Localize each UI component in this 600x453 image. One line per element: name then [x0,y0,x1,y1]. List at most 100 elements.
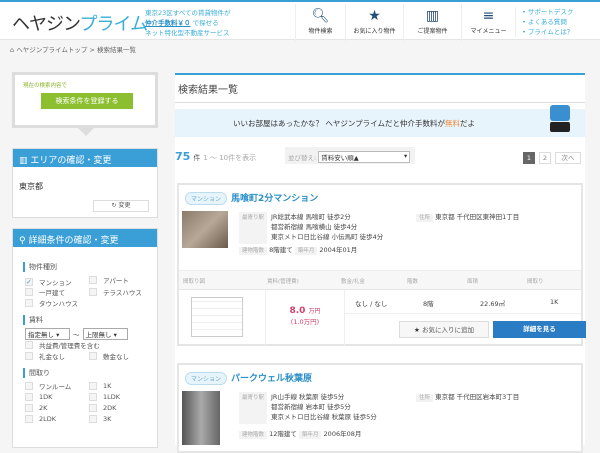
page-1[interactable]: 1 [523,152,535,164]
banner-c: だよ [460,119,476,128]
type-badge: マンション [185,192,228,205]
breadcrumb: ⌂ ヘヤジンプライムトップ > 検索結果一覧 [10,44,136,54]
banner-free: 無料 [445,119,461,128]
checkbox-apartment[interactable]: アパート [89,275,153,285]
page-2[interactable]: 2 [539,152,551,164]
change-area-button[interactable]: ↻ 変更 [93,200,149,212]
checkbox-house[interactable]: 一戸建て [25,287,89,297]
cb-label: 2DK [103,404,117,412]
logo-text-b: プライム [79,14,148,35]
page-title: 検索結果一覧 [178,85,238,96]
checkbox-layout[interactable]: 1LDK [89,392,153,402]
checkbox-layout[interactable]: 1DK [25,392,89,402]
fav-label: お気に入りに追加 [421,326,474,334]
cb-label: テラスハウス [103,289,142,297]
rent-min-select[interactable]: 指定無し ▾ [25,328,70,340]
station-label: 最寄り駅 [239,212,268,244]
listing-header: マンション パークウェル秋葉原 [185,371,312,385]
checkbox-layout[interactable]: 3K [89,414,153,424]
checkbox-no-deposit[interactable]: 敷金なし [89,351,153,361]
checkbox-mansion[interactable]: ✓ マンション [25,277,89,287]
nav-label: マイメニュー [470,28,507,35]
building-photo[interactable] [182,391,220,445]
station: 東京メトロ日比谷線 秋葉原 徒歩5分 [271,413,377,421]
listing-title[interactable]: 馬喰町2分マンション [231,194,318,204]
sort-select[interactable]: 賃料安い順▲ ▾ [318,151,411,163]
sort-label: 並び替え: [288,154,317,162]
col-header: 面積 [467,279,479,285]
link-about[interactable]: • プライムとは？ [522,27,573,37]
checkbox-layout[interactable]: 2K [25,403,89,413]
building-photo[interactable] [182,211,228,248]
nav-search[interactable]: 🔍︎ 物件検索 [295,4,345,42]
rent-max-select[interactable]: 上限無し ▾ [82,328,128,340]
station: 東京メトロ日比谷線 小伝馬町 徒歩4分 [271,233,384,241]
cb-label: 1LDK [103,393,121,401]
sort-value: 賃料安い順▲ [321,154,359,162]
col-header: 間取り [527,279,544,285]
cb-label: 3K [103,415,112,423]
area-title: エリアの確認・変更 [30,156,112,166]
checkbox-layout[interactable]: 2DK [89,403,153,413]
fee-value: (1.0万円) [290,318,320,326]
col-header: 階数 [407,279,419,285]
cb-label: タウンハウス [39,300,78,308]
link-label: プライムとは？ [527,28,574,36]
save-search-button[interactable]: 検索条件を登録する [41,93,133,109]
add-favorite-button[interactable]: ★ お気に入りに追加 [399,321,489,338]
star-icon: ★ [414,326,422,334]
floor-value: 8階 [423,300,434,308]
link-faq[interactable]: • よくある質問 [522,17,573,27]
header-links: • サポートデスク • よくある質問 • プライムとは？ [515,7,573,37]
building-info: 建物階数 8階建て 築年月 2004年01月 [239,245,357,256]
checkbox-include-fee[interactable]: 共益費/管理費を含む [25,340,145,350]
count-unit: 件 [193,154,201,162]
floors-label: 建物階数 [239,431,268,439]
save-search-box: 現在の検索内容で 検索条件を登録する [12,72,158,128]
built-value: 2006年08月 [323,430,362,438]
tagline-1: 東京23区すべての賃貸物件が [145,9,231,17]
layout-value: 1K [550,298,559,306]
listing-title[interactable]: パークウェル秋葉原 [231,374,312,384]
nav-proposals[interactable]: ▥ ご提案物件 [403,4,461,42]
floorplan-image[interactable] [191,297,243,337]
breadcrumb-home[interactable]: ヘヤジンプライムトップ [16,46,87,54]
checkbox-no-key-money[interactable]: 礼金なし [25,351,89,361]
floors-value: 12階建て [269,430,297,438]
link-support[interactable]: • サポートデスク [522,7,573,17]
view-details-button[interactable]: 詳細を見る [493,321,586,338]
rent-value: 8.0 [289,306,306,316]
cb-label: 2K [39,404,48,412]
rent-heading: 賃料 [23,315,157,325]
map-icon: ▥ [19,156,31,166]
nav-mymenu[interactable]: ≡ マイメニュー [461,4,515,42]
detail-panel-header: ⚲ 詳細条件の確認・変更 [13,229,157,247]
logo-text-a: ヘヤジン [12,14,80,35]
address: 住所 東京都 千代田区東神田1丁目 [416,212,519,223]
listing-card: マンション パークウェル秋葉原 最寄り駅 JR山手線 秋葉原 徒歩5分 都営新宿線 岩… [177,363,583,453]
select-value: 指定無し [28,331,54,339]
stations: 最寄り駅 JR山手線 秋葉原 徒歩5分 都営新宿線 岩本町 徒歩5分 東京メトロ日比谷… [239,392,377,424]
built-label: 築年月 [298,431,322,439]
station-label: 最寄り駅 [239,392,268,424]
tagline-3: ネット特化型不動産サービス [145,29,230,37]
logo[interactable]: ヘヤジンプライム [12,10,148,36]
checkbox-terrace[interactable]: テラスハウス [89,287,153,297]
checkbox-layout[interactable]: 1K [89,381,153,391]
checkbox-layout[interactable]: 2LDK [25,414,89,424]
checkbox-townhouse[interactable]: タウンハウス [25,298,89,308]
building-info: 建物階数 12階建て 築年月 2006年08月 [239,429,361,440]
nav-favorites[interactable]: ★ お気に入り物件 [345,4,403,42]
count: 75 [175,150,191,163]
next-page[interactable]: 次へ [555,152,581,164]
banner-text: いいお部屋はあったかな？ ヘヤジンプライムだと仲介手数料が無料だよ [233,118,475,129]
deposit-value: なし / なし [355,300,388,308]
tagline-2: で探せる [192,19,219,27]
detail-title: 詳細条件の確認・変更 [28,236,119,246]
callout-arrow [78,128,94,136]
col-header: 賃料(管理費) [267,279,299,285]
checkbox-layout[interactable]: ワンルーム [25,381,89,391]
cb-label: 共益費/管理費を含む [39,342,100,350]
nav-label: 物件検索 [308,28,333,35]
link-label: よくある質問 [527,18,567,26]
